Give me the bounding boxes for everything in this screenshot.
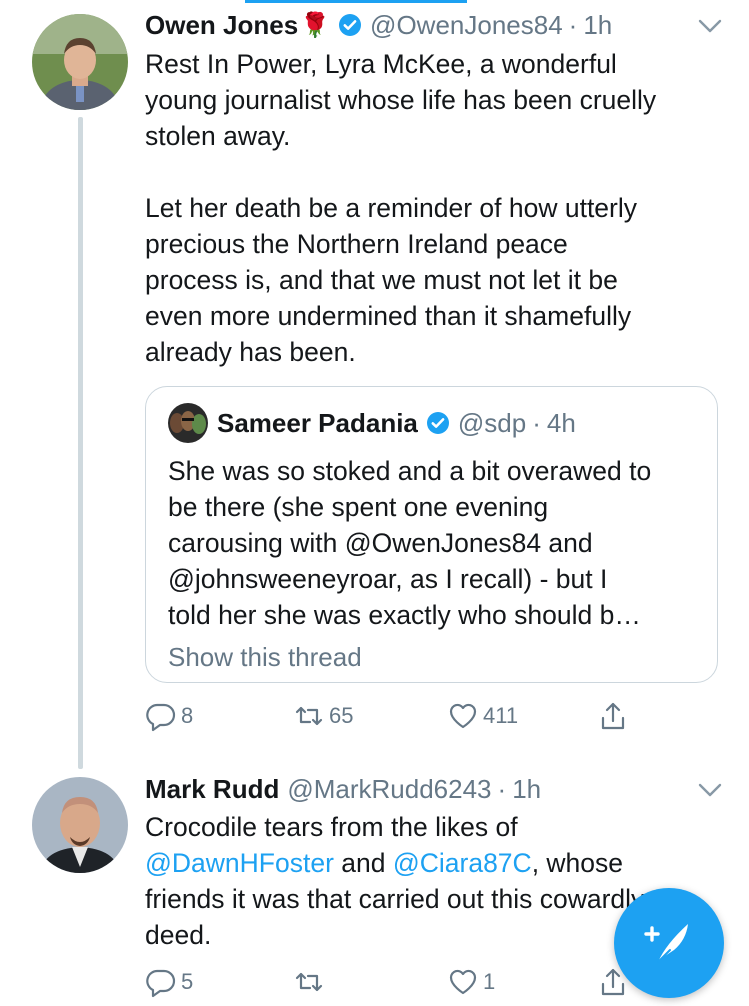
tweet-header: Owen Jones 🌹 @OwenJones84 · 1h xyxy=(145,7,612,43)
quoted-author-handle[interactable]: @sdp xyxy=(458,408,526,439)
tweet-body: Rest In Power, Lyra McKee, a wonderful y… xyxy=(145,49,657,367)
mention-link[interactable]: @Ciara87C xyxy=(393,848,532,878)
show-thread-link[interactable]: Show this thread xyxy=(168,642,362,673)
retweet-icon xyxy=(293,700,325,732)
mention-link[interactable]: @DawnHFoster xyxy=(145,848,334,878)
retweet-button[interactable] xyxy=(293,964,329,1000)
top-progress-bar xyxy=(245,0,467,3)
separator-dot: · xyxy=(497,773,507,804)
retweet-button[interactable]: 65 xyxy=(293,698,353,734)
tweet-actions: 8 65 411 xyxy=(145,698,645,734)
tweet-body-line: @DawnHFoster and @Ciara87C, whose xyxy=(145,845,725,881)
reply-count: 5 xyxy=(181,969,194,994)
heart-icon xyxy=(447,966,479,998)
author-handle[interactable]: @OwenJones84 xyxy=(370,10,563,41)
retweet-count: 65 xyxy=(329,703,354,728)
reply-icon xyxy=(145,966,177,998)
tweet-actions: 5 1 xyxy=(145,964,645,1000)
reply-icon xyxy=(145,700,177,732)
tweet-body-line: Crocodile tears from the likes of xyxy=(145,812,518,842)
author-name[interactable]: Mark Rudd xyxy=(145,774,279,805)
tweet-header: Mark Rudd @MarkRudd6243 · 1h xyxy=(145,771,541,807)
chevron-down-icon[interactable] xyxy=(697,781,723,799)
reply-button[interactable]: 8 xyxy=(145,698,193,734)
like-count: 411 xyxy=(483,703,519,728)
retweet-icon xyxy=(293,966,325,998)
compose-tweet-button[interactable] xyxy=(614,888,724,998)
tweet-body-text: and xyxy=(333,848,393,878)
tweet-time[interactable]: 1h xyxy=(583,10,612,41)
avatar-owen-jones[interactable] xyxy=(32,14,128,110)
quoted-tweet-time[interactable]: 4h xyxy=(547,408,576,439)
share-button[interactable] xyxy=(597,698,629,734)
rose-emoji: 🌹 xyxy=(300,11,331,39)
quoted-author-name[interactable]: Sameer Padania xyxy=(217,408,418,439)
share-icon xyxy=(597,700,629,732)
quoted-tweet-body: She was so stoked and a bit overawed to … xyxy=(168,456,652,630)
chevron-down-icon[interactable] xyxy=(697,17,723,35)
heart-icon xyxy=(447,700,479,732)
like-button[interactable]: 1 xyxy=(447,964,495,1000)
like-count: 1 xyxy=(483,969,496,994)
author-handle[interactable]: @MarkRudd6243 xyxy=(287,774,491,805)
verified-badge-icon xyxy=(338,13,362,37)
tweet-body-text: , whose xyxy=(531,848,624,878)
reply-count: 8 xyxy=(181,703,194,728)
like-button[interactable]: 411 xyxy=(447,698,518,734)
avatar-sameer-padania[interactable] xyxy=(168,403,208,443)
tweet-time[interactable]: 1h xyxy=(512,774,541,805)
quoted-tweet-header: Sameer Padania @sdp · 4h xyxy=(217,405,576,441)
verified-badge-icon xyxy=(426,411,450,435)
separator-dot: · xyxy=(532,407,541,438)
compose-tweet-icon xyxy=(640,914,698,972)
thread-connector-line xyxy=(78,117,83,769)
avatar-mark-rudd[interactable] xyxy=(32,777,128,873)
author-name[interactable]: Owen Jones xyxy=(145,10,298,41)
separator-dot: · xyxy=(568,9,578,40)
quoted-tweet-card[interactable]: Sameer Padania @sdp · 4h She was so stok… xyxy=(145,386,718,683)
reply-button[interactable]: 5 xyxy=(145,964,193,1000)
